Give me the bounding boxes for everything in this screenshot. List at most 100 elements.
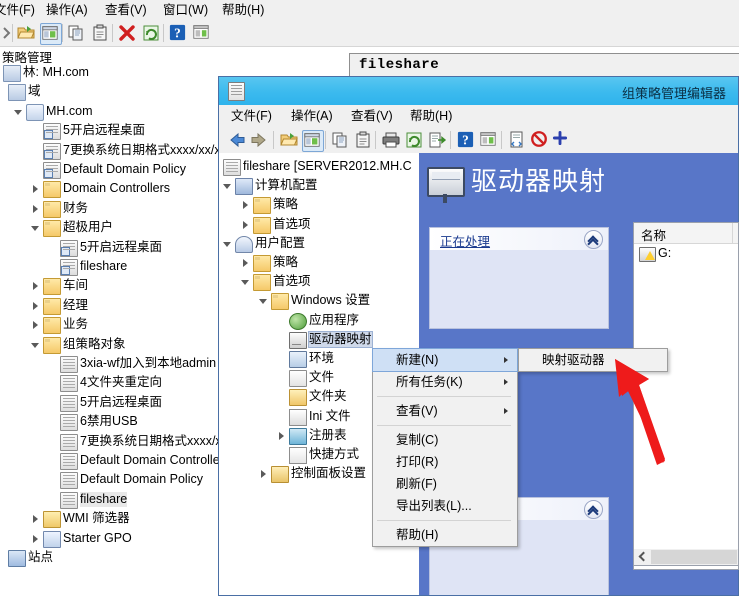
gpmc-menu-view[interactable]: 查看(V) [105, 2, 147, 18]
tree-item-3xia-wf-admin[interactable]: 3xia-wf加入到本地admin [0, 354, 232, 373]
menu-item-查看v[interactable]: 查看(V) [373, 400, 517, 422]
properties-icon[interactable] [507, 130, 527, 150]
delete-icon[interactable] [117, 23, 137, 43]
help-icon[interactable]: ? [168, 23, 188, 43]
menu-item-所有任务k[interactable]: 所有任务(K) [373, 371, 517, 393]
fileshare-tab[interactable]: fileshare [349, 53, 739, 77]
expander-open-icon[interactable] [13, 106, 24, 117]
paste-icon[interactable] [90, 23, 110, 43]
tree-item-6-usb[interactable]: 6禁用USB [0, 412, 232, 432]
expander-open-icon[interactable] [30, 339, 41, 350]
gpme-menu-action[interactable]: 操作(A) [291, 108, 333, 124]
expander-open-icon[interactable] [222, 180, 233, 191]
tree-item-fileshare[interactable]: fileshare [0, 257, 232, 276]
tree-item-fileshare[interactable]: fileshare [0, 490, 232, 509]
refresh-icon[interactable] [141, 23, 161, 43]
tree-item-[interactable]: 用户配置 [219, 234, 419, 253]
expander-closed-icon[interactable] [276, 430, 287, 441]
export-icon[interactable] [427, 130, 447, 150]
show-pane-icon[interactable] [479, 130, 499, 150]
open-folder-icon[interactable] [279, 130, 299, 150]
tree-item-[interactable]: 首选项 [219, 272, 419, 292]
menu-item-映射驱动器[interactable]: 映射驱动器 [519, 349, 667, 371]
copy-icon[interactable] [66, 23, 86, 43]
tree-item-[interactable]: 车间 [0, 276, 232, 296]
expander-closed-icon[interactable] [30, 280, 41, 291]
tree-item-4[interactable]: 4文件夹重定向 [0, 373, 232, 393]
column-divider[interactable] [732, 223, 733, 243]
tree-item-domain-controllers[interactable]: Domain Controllers [0, 179, 232, 199]
paste-icon[interactable] [353, 130, 373, 150]
scroll-left-button[interactable] [634, 549, 650, 564]
new-submenu[interactable]: 映射驱动器 [518, 348, 668, 372]
gpme-titlebar[interactable]: 组策略管理编辑器 [219, 77, 738, 105]
gpmc-menu-file[interactable]: 文件(F) [0, 2, 35, 18]
tree-item-7-xxxx-xx[interactable]: 7更换系统日期格式xxxx/xx [0, 432, 232, 451]
tree-item-[interactable]: 首选项 [219, 215, 419, 234]
tree-item-5[interactable]: 5开启远程桌面 [0, 393, 232, 412]
menu-item-导出列表l[interactable]: 导出列表(L)... [373, 495, 517, 517]
expander-open-icon[interactable] [258, 295, 269, 306]
expander-closed-icon[interactable] [258, 468, 269, 479]
tree-item-mh-com[interactable]: 林: MH.com [0, 63, 232, 82]
expander-closed-icon[interactable] [30, 513, 41, 524]
tree-item-[interactable]: 业务 [0, 315, 232, 335]
tree-item-starter-gpo[interactable]: Starter GPO [0, 529, 232, 548]
tree-item-[interactable]: 策略 [219, 253, 419, 272]
gpme-menu-help[interactable]: 帮助(H) [410, 108, 452, 124]
tree-item-[interactable]: 财务 [0, 199, 232, 218]
expander-open-icon[interactable] [222, 238, 233, 249]
tree-item-wmi[interactable]: WMI 筛选器 [0, 509, 232, 529]
tree-item-[interactable]: 计算机配置 [219, 176, 419, 196]
tree-item-default-domain-policy[interactable]: Default Domain Policy [0, 470, 232, 490]
gpmc-tree[interactable]: 林: MH.com 域 MH.com 5开启远程桌面 7更换系统日期格式xxxx/xx/… [0, 63, 232, 596]
expander-open-icon[interactable] [30, 222, 41, 233]
horizontal-scrollbar[interactable] [633, 549, 739, 566]
gpmc-menu-window[interactable]: 窗口(W) [163, 2, 208, 18]
expander-closed-icon[interactable] [30, 319, 41, 330]
help-icon[interactable]: ? [456, 130, 476, 150]
tree-item-5[interactable]: 5开启远程桌面 [0, 121, 232, 141]
forward-arrow-icon[interactable] [249, 130, 269, 150]
tree-item-fileshare-server2012-mh-c[interactable]: fileshare [SERVER2012.MH.C [219, 157, 419, 176]
menu-item-刷新f[interactable]: 刷新(F) [373, 473, 517, 495]
expander-closed-icon[interactable] [240, 257, 251, 268]
menu-item-帮助h[interactable]: 帮助(H) [373, 524, 517, 546]
tree-item-[interactable]: 站点 [0, 548, 232, 567]
tree-item-5[interactable]: 5开启远程桌面 [0, 238, 232, 257]
column-header-name[interactable]: 名称 [641, 225, 666, 244]
collapse-chevron-icon[interactable] [584, 230, 603, 249]
tree-item-[interactable]: 应用程序 [219, 311, 419, 330]
processing-panel-header[interactable]: 正在处理 [430, 228, 608, 250]
show-hide-tree-icon[interactable] [40, 23, 62, 45]
menu-item-新建n[interactable]: 新建(N) [372, 348, 518, 372]
refresh-icon[interactable] [404, 130, 424, 150]
tree-item-default-domain-controller[interactable]: Default Domain Controller [0, 451, 232, 470]
expander-closed-icon[interactable] [240, 219, 251, 230]
add-icon[interactable] [552, 130, 572, 150]
tree-item-[interactable]: 策略 [219, 195, 419, 215]
tree-item-[interactable]: 驱动器映射 [219, 330, 419, 349]
gpmc-menu-help[interactable]: 帮助(H) [222, 2, 264, 18]
tree-item-default-domain-policy[interactable]: Default Domain Policy [0, 160, 232, 179]
expander-closed-icon[interactable] [30, 533, 41, 544]
disable-icon[interactable] [530, 130, 550, 150]
tree-item-[interactable]: 域 [0, 82, 232, 102]
tree-item-[interactable]: 超极用户 [0, 218, 232, 238]
tree-item-mh-com[interactable]: MH.com [0, 102, 232, 121]
gpme-menu-view[interactable]: 查看(V) [351, 108, 393, 124]
copy-icon[interactable] [330, 130, 350, 150]
list-item[interactable]: G: [634, 244, 738, 264]
expander-closed-icon[interactable] [30, 300, 41, 311]
collapse-chevron-icon[interactable] [584, 500, 603, 519]
expander-closed-icon[interactable] [30, 203, 41, 214]
expander-closed-icon[interactable] [240, 199, 251, 210]
scrollbar-thumb[interactable] [651, 550, 737, 564]
open-folder-icon[interactable] [16, 23, 36, 43]
show-hide-tree-icon[interactable] [302, 130, 324, 152]
expander-open-icon[interactable] [240, 276, 251, 287]
context-menu[interactable]: 新建(N) 所有任务(K) 查看(V) 复制(C) 打印(R) 刷新(F) 导出列表(L).… [372, 348, 518, 547]
gpme-menu-file[interactable]: 文件(F) [231, 108, 272, 124]
gpmc-menu-action[interactable]: 操作(A) [46, 2, 88, 18]
tree-item-[interactable]: 组策略对象 [0, 335, 232, 354]
